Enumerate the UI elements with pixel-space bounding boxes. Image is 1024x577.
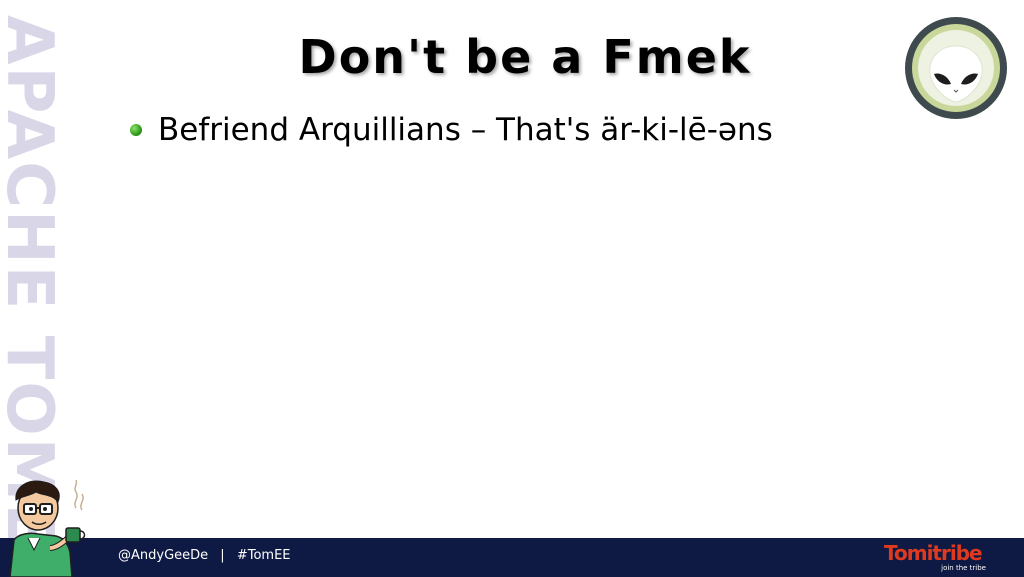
footer-separator: | <box>220 548 225 563</box>
slide: APACHE TOMEE Don't be a Fmek Befriend Ar… <box>0 0 1024 577</box>
bullet-list: Befriend Arquillians – That's är-ki-lē-ə… <box>130 112 773 148</box>
green-bullet-icon <box>130 124 142 136</box>
mascot-with-coffee-icon <box>9 479 86 577</box>
footer-handle: @AndyGeeDe <box>118 548 209 563</box>
bullet-text: Befriend Arquillians – That's är-ki-lē-ə… <box>158 112 773 148</box>
side-watermark: APACHE TOMEE <box>0 15 66 577</box>
brand-logo: Tomitribe join the tribe <box>884 542 994 574</box>
slide-title: Don't be a Fmek <box>298 30 752 84</box>
footer-text: @AndyGeeDe | #TomEE <box>118 548 291 563</box>
alien-head-icon <box>905 17 1007 119</box>
brand-name: Tomitribe <box>884 541 983 565</box>
bullet-item: Befriend Arquillians – That's är-ki-lē-ə… <box>130 112 773 148</box>
brand-tagline: join the tribe <box>941 564 986 572</box>
footer-hashtag: #TomEE <box>236 548 291 563</box>
